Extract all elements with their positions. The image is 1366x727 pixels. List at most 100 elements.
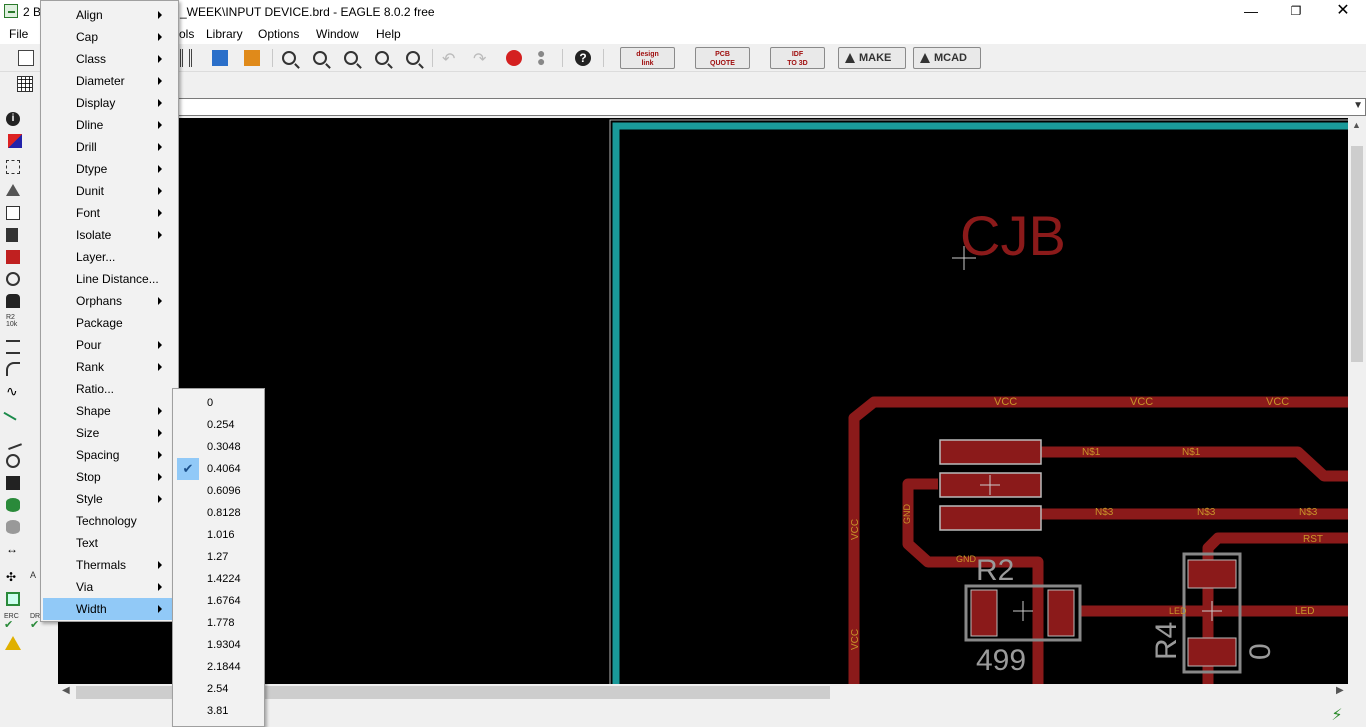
layer-display-icon[interactable] (8, 134, 22, 148)
eagle-app-icon[interactable] (4, 4, 18, 18)
miter-icon[interactable] (6, 362, 20, 376)
lock-icon[interactable] (6, 294, 20, 308)
replace-icon[interactable] (6, 272, 20, 286)
width-option[interactable]: 1.27 (175, 546, 262, 568)
menu-item-pour[interactable]: Pour (43, 334, 176, 356)
help-icon[interactable]: ? (575, 50, 591, 66)
zoom-in-icon[interactable] (313, 51, 327, 65)
name-value-icon[interactable]: R2 10k (6, 314, 26, 328)
route-icon[interactable] (3, 401, 23, 421)
ulp-icon[interactable] (244, 50, 260, 66)
menu-item-shape[interactable]: Shape (43, 400, 176, 422)
menu-item-ratio[interactable]: Ratio... (43, 378, 176, 400)
undo-icon[interactable]: ↶ (442, 49, 460, 68)
design-block-icon[interactable] (6, 592, 20, 606)
menu-item-size[interactable]: Size (43, 422, 176, 444)
mirror-icon[interactable] (6, 184, 20, 196)
menu-item-class[interactable]: Class (43, 48, 176, 70)
grid-icon[interactable] (17, 76, 33, 92)
stop-icon[interactable] (506, 50, 522, 66)
circle-icon[interactable] (6, 454, 20, 468)
menu-help[interactable]: Help (376, 27, 401, 41)
menu-item-rank[interactable]: Rank (43, 356, 176, 378)
menu-item-display[interactable]: Display (43, 92, 176, 114)
delete-icon[interactable] (6, 228, 18, 242)
width-option[interactable]: 1.778 (175, 612, 262, 634)
menu-item-stop[interactable]: Stop (43, 466, 176, 488)
dimension-icon[interactable]: ↔ (6, 542, 20, 556)
design-link-button[interactable]: design link (620, 47, 675, 69)
zoom-out-icon[interactable] (344, 51, 358, 65)
close-button[interactable]: ✕ (1320, 0, 1366, 24)
menu-options[interactable]: Options (258, 27, 299, 41)
vertical-scroll-thumb[interactable] (1351, 146, 1363, 362)
add-part-icon[interactable] (6, 250, 20, 264)
scroll-up-icon[interactable]: ▲ (1352, 120, 1361, 130)
menu-item-font[interactable]: Font (43, 202, 176, 224)
width-option[interactable]: ✔ 0.4064 (175, 458, 262, 480)
menu-item-drill[interactable]: Drill (43, 136, 176, 158)
width-option[interactable]: 3.81 (175, 700, 262, 722)
redo-icon[interactable]: ↷ (473, 49, 491, 68)
minimize-button[interactable]: — (1228, 0, 1274, 24)
width-option[interactable]: 1.9304 (175, 634, 262, 656)
menu-item-align[interactable]: Align (43, 4, 176, 26)
menu-item-line-distance[interactable]: Line Distance... (43, 268, 176, 290)
width-option[interactable]: 0.3048 (175, 436, 262, 458)
scroll-left-icon[interactable]: ◀ (62, 685, 70, 696)
copy-icon[interactable] (6, 206, 20, 220)
width-option[interactable]: 1.4224 (175, 568, 262, 590)
width-option[interactable]: 0 (175, 392, 262, 414)
script-icon[interactable] (212, 50, 228, 66)
command-line-input[interactable]: ▼ (178, 98, 1366, 116)
status-go-icon[interactable]: ⚡ (1328, 705, 1346, 724)
menu-item-spacing[interactable]: Spacing (43, 444, 176, 466)
move-icon[interactable] (6, 340, 20, 354)
erc-icon[interactable]: ERC ✔ (4, 612, 22, 631)
autorouter-icon[interactable]: ✣ (6, 570, 20, 584)
command-history-dropdown-icon[interactable]: ▼ (1353, 100, 1363, 111)
zoom-fit-icon[interactable] (282, 51, 296, 65)
menu-item-package[interactable]: Package (43, 312, 176, 334)
width-option[interactable]: 1.6764 (175, 590, 262, 612)
zoom-redraw-icon[interactable] (375, 51, 389, 65)
width-option[interactable]: 0.8128 (175, 502, 262, 524)
rectangle-icon[interactable] (6, 476, 20, 490)
menu-item-via[interactable]: Via (43, 576, 176, 598)
line-icon[interactable] (4, 432, 22, 450)
menu-item-text[interactable]: Text (43, 532, 176, 554)
make-button[interactable]: MAKE (838, 47, 906, 69)
mcad-button[interactable]: MCAD (913, 47, 981, 69)
menu-item-thermals[interactable]: Thermals (43, 554, 176, 576)
cam-icon[interactable] (180, 49, 192, 67)
menu-file[interactable]: File (9, 27, 28, 41)
menu-tools[interactable]: ols (179, 27, 194, 41)
menu-item-dline[interactable]: Dline (43, 114, 176, 136)
go-icon[interactable]: ● ● (537, 46, 555, 68)
width-option[interactable]: 0.6096 (175, 480, 262, 502)
width-option[interactable]: 1.016 (175, 524, 262, 546)
width-option[interactable]: 0.254 (175, 414, 262, 436)
menu-item-dunit[interactable]: Dunit (43, 180, 176, 202)
open-icon[interactable] (18, 50, 34, 66)
polygon-icon[interactable] (6, 498, 20, 512)
menu-item-width[interactable]: Width (43, 598, 176, 620)
restore-button[interactable]: ❐ (1273, 0, 1319, 24)
warning-icon[interactable] (5, 636, 21, 650)
ratsnest-icon[interactable] (6, 520, 20, 534)
menu-item-style[interactable]: Style (43, 488, 176, 510)
vertical-scrollbar[interactable]: ▲ (1348, 118, 1366, 684)
width-option[interactable]: 2.1844 (175, 656, 262, 678)
menu-item-layer[interactable]: Layer... (43, 246, 176, 268)
menu-item-orphans[interactable]: Orphans (43, 290, 176, 312)
menu-item-cap[interactable]: Cap (43, 26, 176, 48)
menu-library[interactable]: Library (206, 27, 243, 41)
zoom-select-icon[interactable] (406, 51, 420, 65)
menu-window[interactable]: Window (316, 27, 359, 41)
menu-item-dtype[interactable]: Dtype (43, 158, 176, 180)
select-icon[interactable] (6, 160, 20, 174)
menu-item-diameter[interactable]: Diameter (43, 70, 176, 92)
width-option[interactable]: 2.54 (175, 678, 262, 700)
menu-item-technology[interactable]: Technology (43, 510, 176, 532)
idf-to-3d-button[interactable]: IDF TO 3D (770, 47, 825, 69)
